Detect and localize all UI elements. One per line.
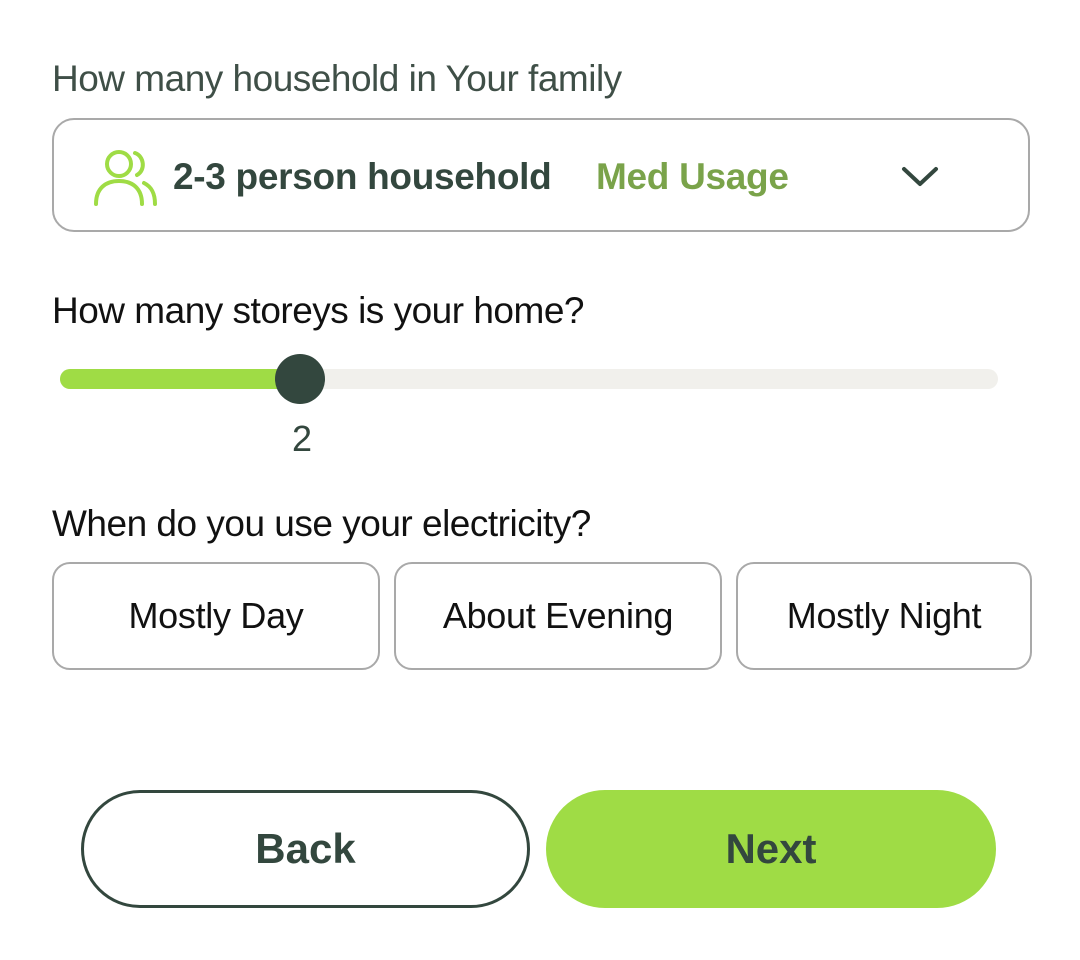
option-mostly-day-button[interactable]: Mostly Day	[52, 562, 380, 670]
storeys-slider[interactable]	[60, 354, 1000, 404]
slider-fill	[60, 369, 300, 389]
household-size-dropdown[interactable]: 2-3 person household Med Usage	[52, 118, 1030, 232]
electricity-question-label: When do you use your electricity?	[52, 503, 591, 544]
usage-level-label: Med Usage	[596, 156, 789, 197]
back-button[interactable]: Back	[81, 790, 530, 908]
household-question-label: How many household in Your family	[52, 58, 622, 99]
household-selected-value: 2-3 person household	[173, 156, 552, 197]
option-about-evening-button[interactable]: About Evening	[394, 562, 722, 670]
slider-thumb[interactable]	[275, 354, 325, 404]
storeys-value: 2	[291, 418, 313, 459]
option-mostly-night-button[interactable]: Mostly Night	[736, 562, 1032, 670]
next-button[interactable]: Next	[546, 790, 996, 908]
people-icon	[94, 150, 157, 206]
chevron-down-icon	[902, 167, 938, 186]
storeys-question-label: How many storeys is your home?	[52, 290, 584, 331]
